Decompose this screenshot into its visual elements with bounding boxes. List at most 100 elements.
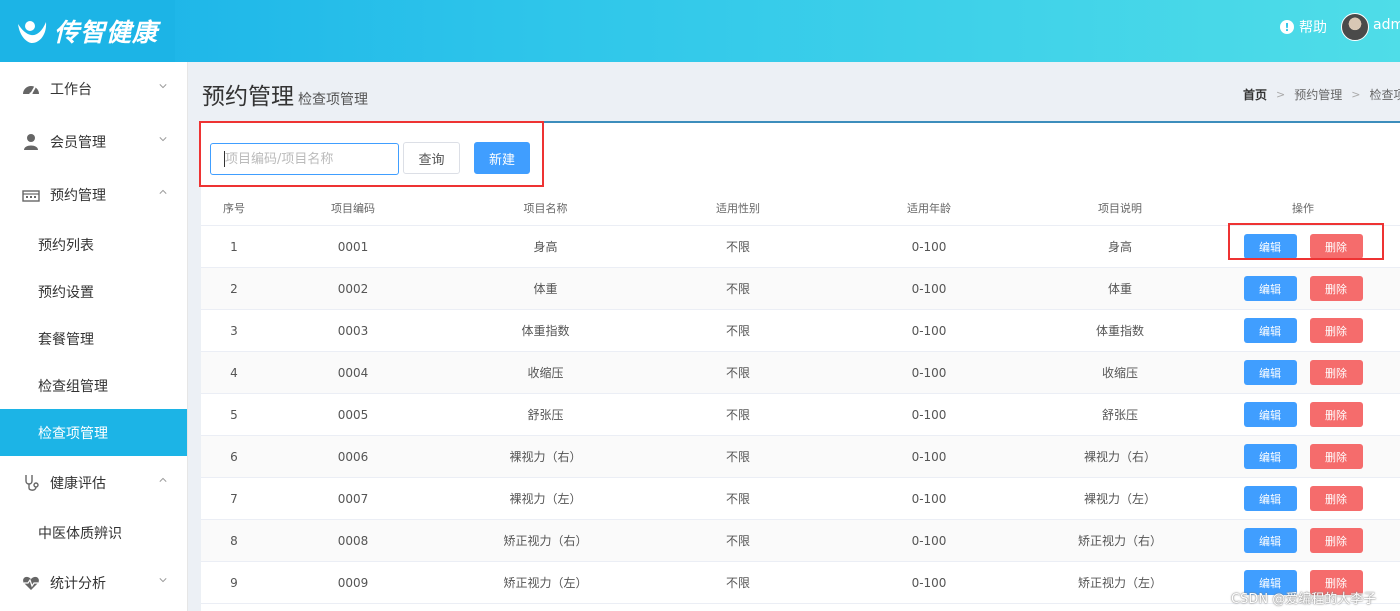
sidebar-subitem-checkgroup-management[interactable]: 检查组管理 bbox=[0, 362, 187, 409]
column-header-age: 适用年龄 bbox=[907, 201, 951, 215]
cell-age: 0-100 bbox=[911, 449, 947, 464]
cell-remark: 身高 bbox=[1107, 240, 1132, 254]
new-button[interactable]: 新建 bbox=[474, 142, 530, 174]
edit-button[interactable]: 编辑 bbox=[1243, 444, 1297, 469]
cell-name: 裸视力（左） bbox=[509, 492, 582, 506]
sidebar-item-appointment[interactable]: 预约管理 bbox=[0, 168, 187, 221]
sidebar-item-label: 工作台 bbox=[50, 81, 92, 98]
cell-code: 0008 bbox=[337, 533, 369, 548]
column-header-index: 序号 bbox=[223, 201, 245, 215]
edit-button[interactable]: 编辑 bbox=[1243, 360, 1297, 385]
sidebar-subitem-appointment-settings[interactable]: 预约设置 bbox=[0, 268, 187, 315]
cell-gender: 不限 bbox=[725, 366, 750, 380]
page-subtitle: 检查项管理 bbox=[298, 92, 368, 108]
query-button[interactable]: 查询 bbox=[403, 142, 460, 174]
column-header-name: 项目名称 bbox=[523, 201, 568, 215]
dashboard-icon bbox=[22, 80, 40, 98]
sidebar-subitem-appointment-list[interactable]: 预约列表 bbox=[0, 221, 187, 268]
cell-name: 舒张压 bbox=[527, 408, 564, 422]
checkitem-table: 序号 项目编码 项目名称 适用性别 适用年龄 项目说明 操作 1 0001 身高 不限… bbox=[201, 190, 1400, 604]
cell-index: 8 bbox=[230, 533, 238, 548]
help-link[interactable]: ! 帮助 bbox=[1280, 17, 1327, 37]
table-row: 9 0009 矫正视力（左） 不限 0-100 矫正视力（左） 编辑 删除 bbox=[201, 562, 1400, 604]
table-row: 1 0001 身高 不限 0-100 身高 编辑 删除 bbox=[201, 226, 1400, 268]
cell-index: 4 bbox=[230, 365, 238, 380]
column-header-gender: 适用性别 bbox=[716, 201, 760, 215]
edit-button[interactable]: 编辑 bbox=[1243, 318, 1297, 343]
cell-age: 0-100 bbox=[911, 533, 947, 548]
page-title-main: 预约管理 bbox=[202, 84, 294, 110]
cell-actions: 编辑 删除 bbox=[1206, 444, 1400, 469]
cell-remark: 体重 bbox=[1107, 282, 1132, 296]
cell-remark: 裸视力（左） bbox=[1083, 492, 1156, 506]
edit-button[interactable]: 编辑 bbox=[1243, 276, 1297, 301]
cell-code: 0006 bbox=[337, 449, 369, 464]
actions-highlight-frame bbox=[1228, 223, 1384, 260]
delete-button[interactable]: 删除 bbox=[1309, 402, 1363, 427]
cell-gender: 不限 bbox=[725, 534, 750, 548]
page-title: 预约管理 检查项管理 bbox=[202, 77, 368, 111]
delete-button[interactable]: 删除 bbox=[1309, 444, 1363, 469]
delete-button[interactable]: 删除 bbox=[1309, 360, 1363, 385]
delete-button[interactable]: 删除 bbox=[1309, 528, 1363, 553]
sidebar-item-health-assessment[interactable]: 健康评估 bbox=[0, 456, 187, 509]
edit-button[interactable]: 编辑 bbox=[1243, 486, 1297, 511]
breadcrumb: 首页 > 预约管理 > 检查项管 bbox=[1243, 86, 1400, 103]
edit-button[interactable]: 编辑 bbox=[1243, 528, 1297, 553]
column-header-remark: 项目说明 bbox=[1098, 201, 1142, 215]
brand-name: 传智健康 bbox=[54, 18, 159, 47]
cell-age: 0-100 bbox=[911, 575, 947, 590]
sidebar-item-label: 会员管理 bbox=[50, 134, 106, 151]
breadcrumb-home[interactable]: 首页 bbox=[1243, 86, 1267, 103]
sidebar: 工作台 会员管理 预约管理 预约列表 预约设置 套餐管理 检查组管理 检查项管理… bbox=[0, 62, 188, 611]
cell-age: 0-100 bbox=[911, 323, 947, 338]
cell-index: 5 bbox=[230, 407, 238, 422]
cell-name: 收缩压 bbox=[527, 366, 564, 380]
cell-actions: 编辑 删除 bbox=[1206, 402, 1400, 427]
cell-code: 0003 bbox=[337, 323, 369, 338]
sidebar-subitem-tcm-constitution[interactable]: 中医体质辨识 bbox=[0, 509, 187, 556]
sidebar-item-members[interactable]: 会员管理 bbox=[0, 115, 187, 168]
sidebar-item-statistics[interactable]: 统计分析 bbox=[0, 556, 187, 609]
text-caret bbox=[224, 151, 225, 167]
cell-actions: 编辑 删除 bbox=[1206, 318, 1400, 343]
cell-code: 0001 bbox=[337, 239, 369, 254]
cell-remark: 收缩压 bbox=[1101, 366, 1138, 380]
cell-index: 7 bbox=[230, 491, 238, 506]
table-row: 7 0007 裸视力（左） 不限 0-100 裸视力（左） 编辑 删除 bbox=[201, 478, 1400, 520]
chevron-up-icon bbox=[159, 189, 167, 194]
cell-remark: 体重指数 bbox=[1095, 324, 1144, 338]
sidebar-item-workbench[interactable]: 工作台 bbox=[0, 62, 187, 115]
cell-age: 0-100 bbox=[911, 239, 947, 254]
cell-index: 2 bbox=[230, 281, 238, 296]
breadcrumb-appointment[interactable]: 预约管理 bbox=[1294, 86, 1342, 103]
username[interactable]: adm bbox=[1373, 17, 1400, 33]
cell-name: 身高 bbox=[533, 240, 558, 254]
cell-remark: 裸视力（右） bbox=[1083, 450, 1156, 464]
cell-code: 0009 bbox=[337, 575, 369, 590]
cell-gender: 不限 bbox=[725, 576, 750, 590]
column-header-actions: 操作 bbox=[1292, 201, 1314, 215]
delete-button[interactable]: 删除 bbox=[1309, 276, 1363, 301]
breadcrumb-separator-icon: > bbox=[1276, 88, 1286, 101]
delete-button[interactable]: 删除 bbox=[1309, 486, 1363, 511]
cell-gender: 不限 bbox=[725, 450, 750, 464]
sidebar-subitem-checkitem-management[interactable]: 检查项管理 bbox=[0, 409, 187, 456]
chevron-up-icon bbox=[159, 477, 167, 482]
table-row: 5 0005 舒张压 不限 0-100 舒张压 编辑 删除 bbox=[201, 394, 1400, 436]
sidebar-item-label: 统计分析 bbox=[50, 575, 106, 592]
edit-button[interactable]: 编辑 bbox=[1243, 402, 1297, 427]
cell-remark: 矫正视力（左） bbox=[1077, 576, 1162, 590]
cell-name: 体重 bbox=[533, 282, 558, 296]
cell-name: 矫正视力（右） bbox=[503, 534, 588, 548]
brand-logo[interactable]: 传智健康 bbox=[0, 0, 175, 62]
search-input[interactable] bbox=[210, 143, 399, 175]
cell-name: 体重指数 bbox=[521, 324, 570, 338]
delete-button[interactable]: 删除 bbox=[1309, 318, 1363, 343]
stethoscope-icon bbox=[22, 474, 40, 492]
cell-gender: 不限 bbox=[725, 282, 750, 296]
breadcrumb-separator-icon: > bbox=[1351, 88, 1361, 101]
sidebar-subitem-package-management[interactable]: 套餐管理 bbox=[0, 315, 187, 362]
cell-age: 0-100 bbox=[911, 281, 947, 296]
avatar[interactable] bbox=[1341, 13, 1369, 41]
